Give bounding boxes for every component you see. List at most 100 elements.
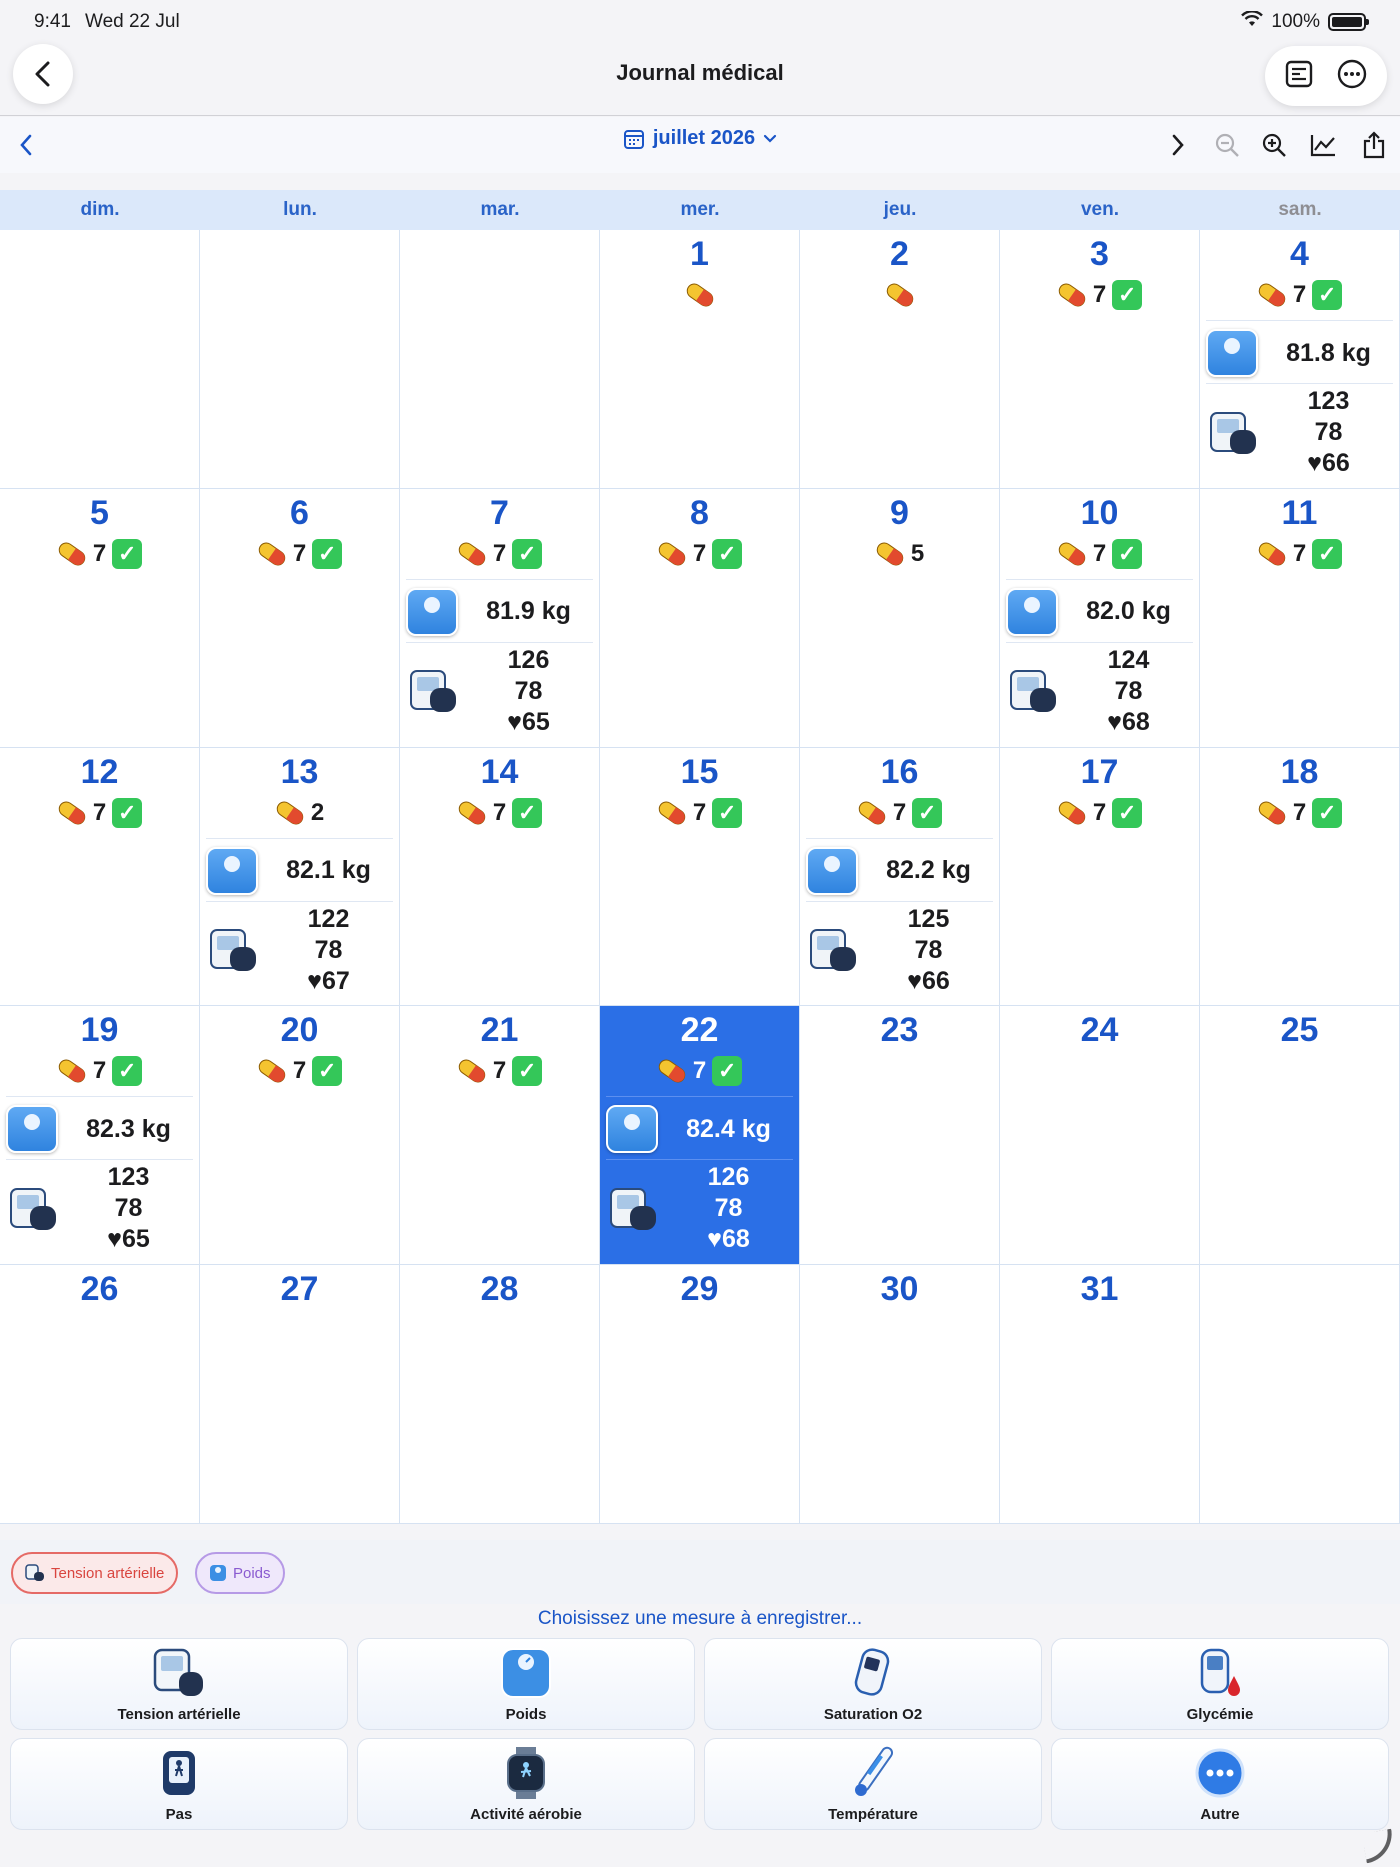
chip-weight[interactable]: Poids bbox=[195, 1552, 285, 1594]
blood-pressure-entry[interactable]: 122 78 ♥67 bbox=[200, 904, 399, 997]
calendar-day-cell[interactable]: 95 bbox=[800, 488, 1000, 748]
share-button[interactable] bbox=[1358, 129, 1390, 161]
heart-rate-value: ♥65 bbox=[507, 707, 550, 736]
medication-count: 7 bbox=[292, 1057, 307, 1085]
calendar-day-cell[interactable]: 25 bbox=[1200, 1006, 1400, 1266]
blood-pressure-entry[interactable]: 125 78 ♥66 bbox=[800, 904, 999, 997]
measure-glucose-button[interactable]: Glycémie bbox=[1051, 1638, 1389, 1730]
calendar-toolbar: juillet 2026 bbox=[0, 117, 1400, 173]
calendar-day-cell[interactable]: 29 bbox=[600, 1265, 800, 1524]
calendar-day-cell[interactable]: 14 7 ✓ bbox=[400, 747, 600, 1007]
medication-count: 7 bbox=[92, 798, 107, 826]
weight-value: 81.8 kg bbox=[1286, 338, 1371, 367]
day-number: 25 bbox=[1280, 1011, 1319, 1050]
chip-blood-pressure[interactable]: Tension artérielle bbox=[11, 1552, 179, 1594]
weight-value: 82.2 kg bbox=[886, 856, 971, 885]
blood-pressure-entry[interactable]: 123 78 ♥66 bbox=[1200, 386, 1399, 479]
calendar-day-cell[interactable]: 15 7 ✓ bbox=[600, 747, 800, 1007]
day-number: 9 bbox=[890, 493, 909, 532]
calendar-day-cell[interactable]: 21 7 ✓ bbox=[400, 1006, 600, 1266]
calendar-day-cell[interactable]: 17 7 ✓ bbox=[1000, 747, 1200, 1007]
measure-temperature-button[interactable]: Température bbox=[704, 1738, 1042, 1830]
calendar-day-cell[interactable]: 26 bbox=[0, 1265, 200, 1524]
blood-pressure-entry[interactable]: 123 78 ♥65 bbox=[0, 1162, 199, 1255]
report-button[interactable] bbox=[1284, 59, 1314, 94]
divider bbox=[606, 1096, 793, 1098]
measure-weight-button[interactable]: Poids bbox=[357, 1638, 695, 1730]
medication-count: 7 bbox=[1092, 281, 1107, 308]
bp-monitor-icon bbox=[804, 927, 858, 973]
calendar-day-cell[interactable]: 12 7 ✓ bbox=[0, 747, 200, 1007]
day-number: 21 bbox=[480, 1011, 519, 1050]
weight-entry[interactable]: 82.2 kg bbox=[800, 843, 999, 899]
calendar-day-cell[interactable]: 18 7 ✓ bbox=[1200, 747, 1400, 1007]
divider bbox=[1006, 578, 1193, 580]
blood-pressure-entry[interactable]: 126 78 ♥68 bbox=[600, 1162, 799, 1255]
weight-entry[interactable]: 82.4 kg bbox=[600, 1101, 799, 1157]
calendar-day-cell[interactable]: 27 bbox=[200, 1265, 400, 1524]
medication-count: 7 bbox=[1292, 281, 1307, 308]
chart-button[interactable] bbox=[1307, 129, 1339, 161]
calendar-day-cell[interactable]: 1 bbox=[600, 230, 800, 489]
calendar-day-cell[interactable]: 7 7 ✓ 81.9 kg 126 78 ♥65 bbox=[400, 488, 600, 748]
measure-steps-button[interactable]: Pas bbox=[10, 1738, 348, 1830]
weight-entry[interactable]: 82.0 kg bbox=[1000, 584, 1199, 640]
weight-entry[interactable]: 82.3 kg bbox=[0, 1101, 199, 1157]
month-picker[interactable]: juillet 2026 bbox=[610, 127, 790, 150]
resize-corner bbox=[1361, 1828, 1397, 1864]
medication-row: 7 ✓ bbox=[600, 796, 799, 830]
measure-spo2-button[interactable]: Saturation O2 bbox=[704, 1638, 1042, 1730]
calendar-day-cell[interactable]: 8 7 ✓ bbox=[600, 488, 800, 748]
measure-aerobic-button[interactable]: Activité aérobie bbox=[357, 1738, 695, 1830]
calendar-day-cell[interactable]: 5 7 ✓ bbox=[0, 488, 200, 748]
measure-label: Saturation O2 bbox=[823, 1706, 923, 1723]
measure-bp-button[interactable]: Tension artérielle bbox=[10, 1638, 348, 1730]
medication-count: 7 bbox=[692, 539, 707, 567]
calendar-day-cell[interactable]: 22 7 ✓ 82.4 kg 126 78 ♥68 bbox=[600, 1006, 800, 1266]
weight-entry[interactable]: 82.1 kg bbox=[200, 843, 399, 899]
weight-entry[interactable]: 81.9 kg bbox=[400, 584, 599, 640]
day-number: 27 bbox=[280, 1270, 319, 1309]
calendar-day-cell[interactable]: 28 bbox=[400, 1265, 600, 1524]
calendar-day-cell[interactable]: 19 7 ✓ 82.3 kg 123 78 ♥65 bbox=[0, 1006, 200, 1266]
measure-prompt: Choisissez une mesure à enregistrer... bbox=[537, 1608, 863, 1629]
measure-other-button[interactable]: Autre bbox=[1051, 1738, 1389, 1830]
calendar-empty-cell bbox=[200, 230, 400, 489]
blood-pressure-entry[interactable]: 126 78 ♥65 bbox=[400, 645, 599, 738]
calendar-day-cell[interactable]: 20 7 ✓ bbox=[200, 1006, 400, 1266]
scale-icon bbox=[606, 1105, 658, 1154]
calendar-day-cell[interactable]: 23 bbox=[800, 1006, 1000, 1266]
calendar-day-cell[interactable]: 2 bbox=[800, 230, 1000, 489]
battery-icon bbox=[1328, 13, 1369, 31]
next-month-button[interactable] bbox=[1162, 129, 1194, 161]
pill-icon bbox=[58, 801, 86, 825]
medication-row: 5 bbox=[800, 537, 999, 571]
weekday-label: ven. bbox=[1080, 199, 1120, 220]
calendar-day-cell[interactable]: 3 7 ✓ bbox=[1000, 230, 1200, 489]
calendar-day-cell[interactable]: 13 2 82.1 kg 122 78 ♥67 bbox=[200, 747, 400, 1007]
medication-row: 7 ✓ bbox=[0, 1054, 199, 1088]
medication-count: 7 bbox=[1092, 798, 1107, 826]
calendar-day-cell[interactable]: 16 7 ✓ 82.2 kg 125 78 ♥66 bbox=[800, 747, 1000, 1007]
zoom-out-button[interactable] bbox=[1211, 129, 1243, 161]
more-options-button[interactable] bbox=[1336, 58, 1368, 95]
bp-monitor-icon bbox=[604, 1186, 658, 1232]
zoom-in-button[interactable] bbox=[1258, 129, 1290, 161]
calendar-day-cell[interactable]: 6 7 ✓ bbox=[200, 488, 400, 748]
pill-icon bbox=[276, 801, 304, 825]
previous-month-button[interactable] bbox=[10, 129, 42, 161]
pill-icon bbox=[1258, 283, 1286, 307]
divider bbox=[606, 1159, 793, 1161]
calendar-day-cell[interactable]: 11 7 ✓ bbox=[1200, 488, 1400, 748]
wifi-icon bbox=[1241, 10, 1264, 33]
calendar-day-cell[interactable]: 10 7 ✓ 82.0 kg 124 78 ♥68 bbox=[1000, 488, 1200, 748]
calendar-day-cell[interactable]: 31 bbox=[1000, 1265, 1200, 1524]
day-number: 29 bbox=[680, 1270, 719, 1309]
calendar-day-cell[interactable]: 30 bbox=[800, 1265, 1000, 1524]
day-number: 11 bbox=[1281, 493, 1318, 532]
weight-entry[interactable]: 81.8 kg bbox=[1200, 325, 1399, 381]
calendar-day-cell[interactable]: 24 bbox=[1000, 1006, 1200, 1266]
blood-pressure-entry[interactable]: 124 78 ♥68 bbox=[1000, 645, 1199, 738]
calendar-day-cell[interactable]: 4 7 ✓ 81.8 kg 123 78 ♥66 bbox=[1200, 230, 1400, 489]
divider bbox=[406, 578, 593, 580]
